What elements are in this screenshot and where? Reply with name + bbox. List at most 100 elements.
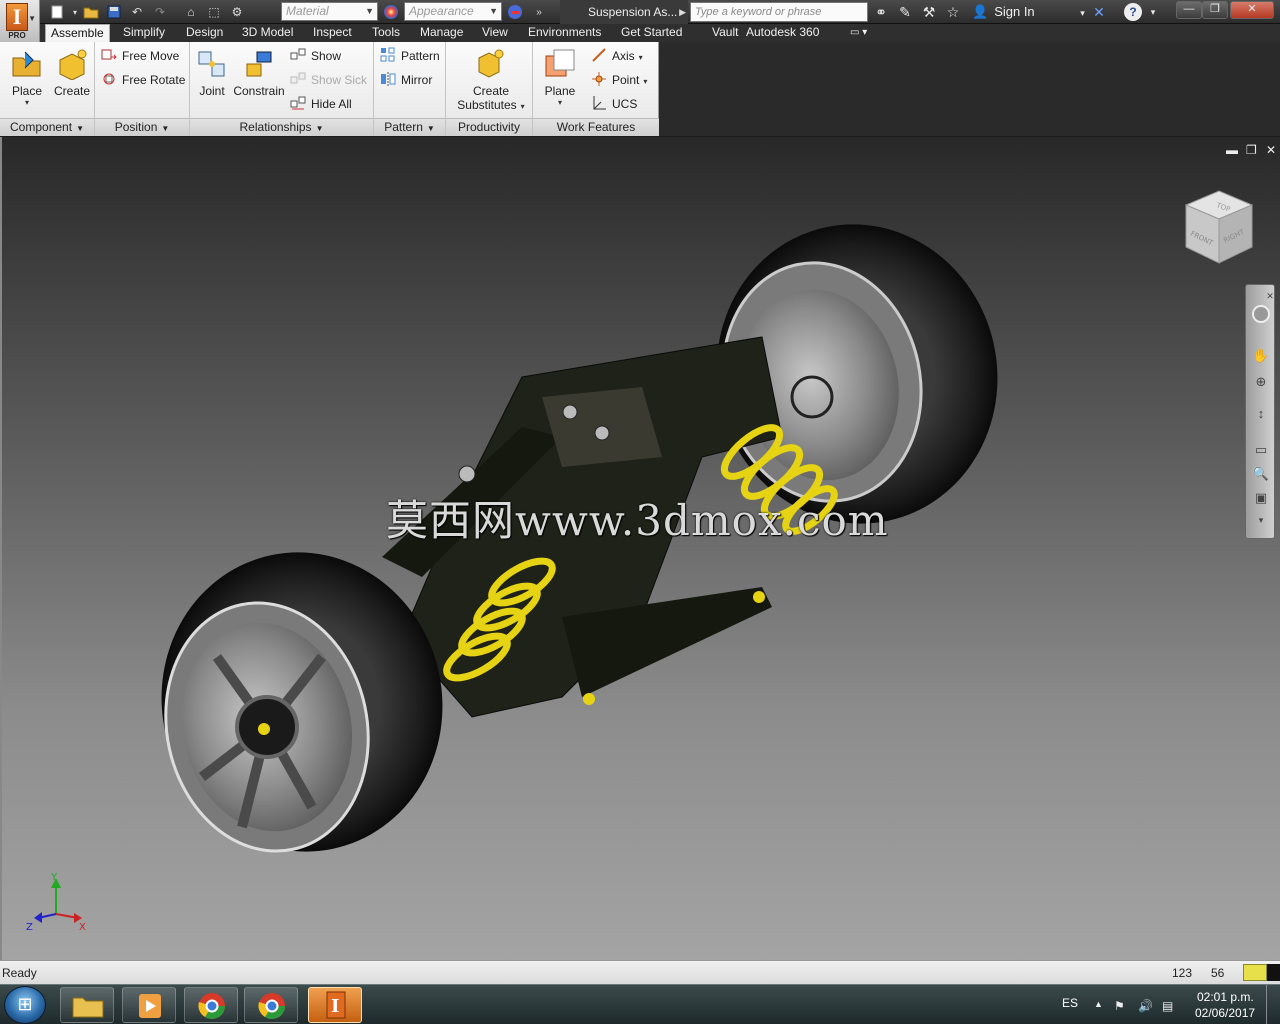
chrome-icon [258,993,286,1020]
orbit-icon[interactable]: ↕ [1252,405,1270,423]
help-icon[interactable]: ? [1124,3,1142,21]
free-move-button[interactable]: Free Move [101,46,179,66]
point-dropdown-icon: ▾ [643,77,648,86]
favorites-star-icon[interactable]: ☆ [944,3,962,21]
look-at-icon[interactable]: ▭ [1252,441,1270,459]
zoom-window-icon[interactable]: 🔍 [1252,465,1270,483]
tab-view[interactable]: View [477,24,513,42]
edition-label: PRO [8,31,26,40]
view-face-icon[interactable]: ▣ [1252,489,1270,507]
document-title-arrow-icon[interactable]: ▶ [679,0,686,24]
zoom-icon[interactable]: ⊕ [1252,373,1270,391]
tab-get-started[interactable]: Get Started [616,24,687,42]
graphics-viewport[interactable]: ▬ ❐ ✕ 莫西网www.3dmox.com TOP FRONT RIGHT ✕… [0,137,1280,960]
component-panel-label[interactable]: Component ▼ [0,118,94,136]
axis-button[interactable]: Axis ▾ [591,46,643,66]
clear-appearance-icon[interactable] [506,3,524,21]
update-icon[interactable]: ⚙ [228,3,246,21]
clock-date[interactable]: 02/06/2017 [1195,1006,1255,1020]
appearance-combo[interactable]: Appearance ▼ [404,2,502,21]
close-button[interactable]: ✕ [1230,1,1274,19]
tab-vault[interactable]: Vault [707,24,743,42]
pan-hand-icon[interactable]: ✋ [1252,347,1270,365]
network-icon[interactable]: ▤ [1162,999,1173,1013]
taskbar-chrome-1[interactable] [184,987,238,1023]
place-button[interactable]: Place ▾ [8,48,46,107]
open-folder-icon[interactable] [82,3,100,21]
create-button[interactable]: Create [52,48,92,98]
free-rotate-button[interactable]: Free Rotate [101,70,185,90]
tab-3d-model[interactable]: 3D Model [237,24,298,42]
new-dropdown-icon[interactable]: ▾ [71,3,79,21]
left-wheel[interactable] [134,526,470,878]
qat-overflow-icon[interactable]: » [530,3,548,21]
constrain-button[interactable]: Constrain [232,48,286,98]
taskbar-chrome-2[interactable] [244,987,298,1023]
help-search-input[interactable]: Type a keyword or phrase [690,2,868,22]
new-file-icon[interactable] [48,3,66,21]
taskbar-file-explorer[interactable] [60,987,114,1023]
point-button[interactable]: Point ▾ [591,70,647,90]
navbar-menu-icon[interactable]: ▾ [1252,511,1270,529]
material-placeholder: Material [286,4,329,18]
pattern-panel-label[interactable]: Pattern ▼ [374,118,445,136]
clock-time[interactable]: 02:01 p.m. [1197,990,1254,1004]
ucs-button[interactable]: UCS [591,94,637,114]
language-indicator[interactable]: ES [1062,996,1078,1010]
create-substitutes-button[interactable]: Create Substitutes ▾ [454,48,528,112]
undo-icon[interactable]: ↶ [128,3,146,21]
exchange-apps-icon[interactable]: ✕ [1090,3,1108,21]
tab-tools[interactable]: Tools [367,24,405,42]
show-sick-button[interactable]: Show Sick [290,70,367,90]
application-menu-button[interactable]: I PRO ▼ [0,0,40,42]
material-combo[interactable]: Material ▼ [281,2,378,21]
minimize-button[interactable]: — [1176,1,1202,19]
pattern-button[interactable]: Pattern [380,46,440,66]
tab-inspect[interactable]: Inspect [308,24,357,42]
start-button[interactable]: ⊞ [4,986,46,1024]
action-center-flag-icon[interactable]: ⚑ [1114,999,1125,1013]
joint-button[interactable]: Joint [194,48,230,98]
steering-wheel-icon[interactable] [1252,305,1270,323]
place-dropdown-icon: ▾ [24,98,29,107]
ribbon-display-toggle-icon[interactable]: ▭ ▾ [845,24,872,42]
wrench-icon[interactable]: ✎ [896,3,914,21]
save-icon[interactable] [105,3,123,21]
position-panel-label[interactable]: Position ▼ [95,118,189,136]
taskbar-media-player[interactable] [122,987,176,1023]
maximize-button[interactable]: ❐ [1202,1,1228,19]
tab-design[interactable]: Design [181,24,228,42]
binoculars-icon[interactable]: ⚭ [872,3,890,21]
redo-icon[interactable]: ↷ [151,3,169,21]
windows-taskbar: ⊞ I ES ▲ ⚑ 🔊 ▤ 02:01 p.m. 02/06/2017 [0,984,1280,1024]
suspension-assembly-model[interactable] [2,137,1280,960]
show-hidden-icons-icon[interactable]: ▲ [1094,999,1103,1009]
navbar-close-icon[interactable]: ✕ [1266,287,1274,305]
constrain-label: Constrain [233,84,285,98]
volume-icon[interactable]: 🔊 [1138,999,1153,1013]
relationships-panel-label[interactable]: Relationships ▼ [190,118,373,136]
tab-autodesk-360[interactable]: Autodesk 360 [741,24,824,42]
return-icon[interactable]: ⌂ [182,3,200,21]
tab-assemble[interactable]: Assemble [45,24,110,44]
joint-label: Joint [199,84,225,98]
component-panel-title: Component [10,120,73,134]
show-desktop-button[interactable] [1266,985,1280,1024]
sign-in-button[interactable]: 👤 Sign In ▾ [972,3,1085,21]
taskbar-inventor[interactable]: I [308,987,362,1023]
plane-button[interactable]: Plane ▾ [541,48,579,107]
help-dropdown-icon[interactable]: ▾ [1144,3,1162,21]
show-button[interactable]: Show [290,46,341,66]
tab-environments[interactable]: Environments [523,24,606,42]
tab-simplify[interactable]: Simplify [118,24,170,42]
tools-icon[interactable]: ⚒ [920,3,938,21]
app-menu-dropdown-icon: ▼ [28,14,36,23]
mirror-button[interactable]: Mirror [380,70,432,90]
viewcube[interactable]: TOP FRONT RIGHT [1180,187,1258,267]
hide-all-button[interactable]: Hide All [290,94,352,114]
tab-manage[interactable]: Manage [415,24,468,42]
select-filter-icon[interactable]: ⬚ [205,3,223,21]
show-constraint-icon [290,47,306,63]
work-features-panel-title: Work Features [556,120,636,134]
free-move-icon [101,47,117,63]
